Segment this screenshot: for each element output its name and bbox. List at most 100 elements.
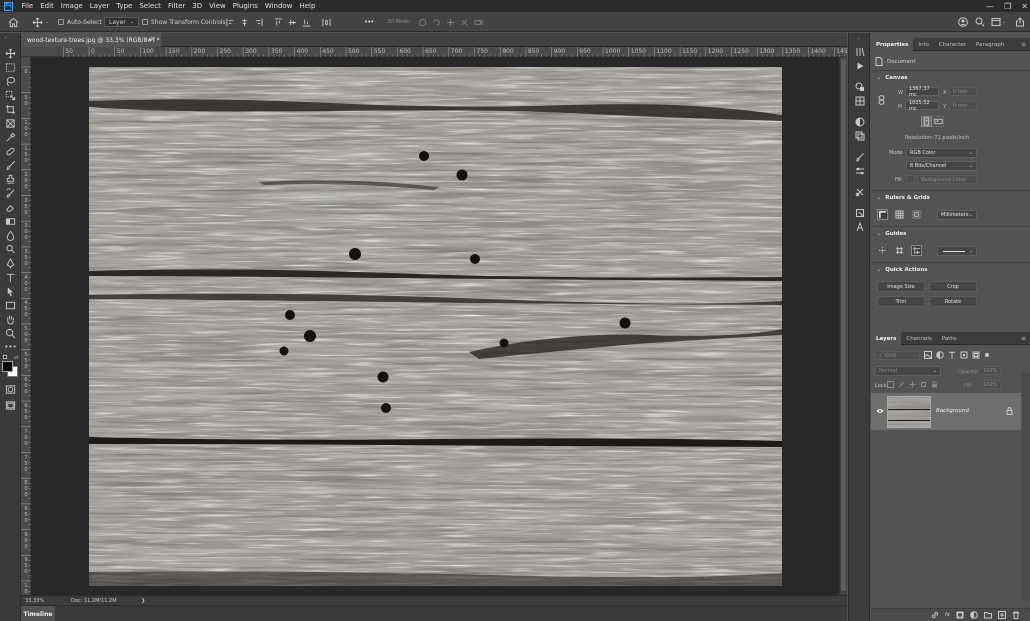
mask-icon[interactable] bbox=[956, 611, 964, 619]
width-field[interactable]: 1367,37 mc bbox=[905, 86, 939, 98]
gradient-tool-icon[interactable] bbox=[3, 215, 18, 227]
lock-artboard-icon[interactable] bbox=[920, 381, 927, 388]
brush-tool-icon[interactable] bbox=[3, 159, 18, 171]
filter-toggle-icon[interactable] bbox=[984, 351, 990, 359]
history-brush-tool-icon[interactable] bbox=[3, 187, 18, 199]
workspace-icon[interactable]: ⌄ bbox=[991, 12, 1006, 32]
move-tool-icon[interactable]: ⌄ bbox=[32, 12, 49, 32]
guides-lock-icon[interactable] bbox=[894, 245, 905, 256]
lasso-tool-icon[interactable] bbox=[3, 75, 18, 87]
auto-select-target-dropdown[interactable]: Layer ⌄ bbox=[104, 17, 139, 27]
brushes-icon[interactable] bbox=[854, 151, 866, 163]
blend-mode-dropdown[interactable]: Normal ⌄ bbox=[875, 366, 941, 376]
lock-all-icon[interactable] bbox=[931, 381, 938, 388]
color-mode-dropdown[interactable]: RGB Color ⌄ bbox=[906, 148, 977, 158]
rotate-button[interactable]: Rotate bbox=[929, 296, 977, 307]
document-image[interactable] bbox=[89, 67, 782, 586]
link-icon[interactable] bbox=[931, 611, 939, 619]
user-icon[interactable] bbox=[958, 12, 968, 32]
tab-character[interactable]: Character bbox=[934, 38, 971, 51]
layer-lock-icon[interactable] bbox=[1006, 407, 1013, 415]
image-size-button[interactable]: Image Size bbox=[877, 281, 925, 292]
zoom-level[interactable]: 33,33% bbox=[25, 598, 44, 604]
layer-name[interactable]: Background bbox=[936, 408, 969, 414]
layer-row-background[interactable]: Background bbox=[871, 393, 1021, 430]
document-tab[interactable]: wood-texture-trees.jpg @ 33,3% (RGB/8#) … bbox=[21, 33, 161, 47]
menu-plugins[interactable]: Plugins bbox=[229, 2, 261, 10]
object-selection-tool-icon[interactable] bbox=[3, 89, 18, 101]
fill-field[interactable]: 100% bbox=[979, 380, 1001, 389]
marquee-tool-icon[interactable] bbox=[3, 61, 18, 73]
tab-paths[interactable]: Paths bbox=[937, 332, 962, 345]
collapse-panels-icon[interactable]: « bbox=[857, 36, 860, 42]
rulers-toggle-icon[interactable] bbox=[877, 209, 888, 220]
auto-select-checkbox[interactable] bbox=[58, 19, 64, 25]
menu-help[interactable]: Help bbox=[296, 2, 319, 10]
menu-view[interactable]: View bbox=[206, 2, 230, 10]
quick-actions-section-header[interactable]: ⌄ Quick Actions bbox=[877, 267, 928, 273]
menu-layer[interactable]: Layer bbox=[86, 2, 113, 10]
x-field[interactable]: 0 mm bbox=[949, 87, 977, 96]
rulers-grids-section-header[interactable]: ⌄ Rulers & Grids bbox=[877, 195, 930, 201]
quick-mask-icon[interactable] bbox=[3, 383, 18, 395]
blur-tool-icon[interactable] bbox=[3, 229, 18, 241]
timeline-tab[interactable]: Timeline bbox=[21, 606, 55, 621]
tab-channels[interactable]: Channels bbox=[901, 332, 936, 345]
3d-pan-icon[interactable] bbox=[446, 18, 455, 27]
eye-icon[interactable] bbox=[876, 408, 884, 414]
menu-image[interactable]: Image bbox=[57, 2, 86, 10]
menu-window[interactable]: Window bbox=[261, 2, 296, 10]
vertical-ruler[interactable]: 0 50 100 150 200 250 300 350 400 450 500 550 600 650 7… bbox=[21, 57, 31, 607]
new-layer-icon[interactable] bbox=[998, 611, 1006, 619]
horizontal-ruler[interactable]: 50 0 50 100 150 200 250 300 350 400 450 500 550 600 65… bbox=[21, 47, 852, 57]
filter-smart-object-icon[interactable] bbox=[972, 351, 980, 359]
layers-scrollbar[interactable] bbox=[1022, 373, 1030, 601]
fill-color-swatch[interactable] bbox=[906, 175, 915, 184]
crop-tool-icon[interactable] bbox=[3, 103, 18, 115]
tab-paragraph[interactable]: Paragraph bbox=[971, 38, 1009, 51]
tab-layers[interactable]: Layers bbox=[871, 332, 902, 345]
tab-info[interactable]: Info bbox=[913, 38, 933, 51]
layer-filter-kind[interactable]: ⌕ Kind bbox=[875, 351, 920, 360]
close-window-button[interactable]: ✕ bbox=[1021, 2, 1028, 11]
path-selection-tool-icon[interactable] bbox=[3, 285, 18, 297]
fx-icon[interactable]: fx bbox=[945, 612, 950, 618]
healing-brush-tool-icon[interactable] bbox=[3, 145, 18, 157]
guides-section-header[interactable]: ⌄ Guides bbox=[877, 231, 906, 237]
adjustment-icon[interactable] bbox=[970, 611, 978, 619]
menu-select[interactable]: Select bbox=[136, 2, 165, 10]
pen-tool-icon[interactable] bbox=[3, 257, 18, 269]
menu-type[interactable]: Type bbox=[113, 2, 136, 10]
clone-stamp-tool-icon[interactable] bbox=[3, 173, 18, 185]
collapse-icon[interactable]: » bbox=[4, 35, 7, 41]
adjustments-icon[interactable] bbox=[854, 116, 866, 128]
group-icon[interactable] bbox=[984, 611, 992, 619]
rectangle-tool-icon[interactable] bbox=[3, 299, 18, 311]
smart-guides-icon[interactable] bbox=[911, 245, 922, 256]
menu-file[interactable]: File bbox=[18, 2, 37, 10]
filter-shape-icon[interactable] bbox=[960, 351, 968, 359]
tool-presets-icon[interactable] bbox=[854, 186, 866, 198]
show-transform-checkbox[interactable] bbox=[142, 19, 148, 25]
swatches-icon[interactable] bbox=[854, 95, 866, 107]
3d-slide-icon[interactable] bbox=[460, 18, 469, 27]
lock-pixels-icon[interactable] bbox=[898, 381, 905, 388]
share-icon[interactable] bbox=[1015, 12, 1025, 32]
trash-icon[interactable] bbox=[1012, 611, 1020, 619]
align-hcenter-icon[interactable] bbox=[240, 18, 249, 27]
status-menu-icon[interactable]: ❯ bbox=[141, 598, 145, 604]
panel-menu-icon[interactable]: ≡ bbox=[1021, 335, 1026, 342]
opacity-field[interactable]: 100% bbox=[979, 366, 1001, 375]
portrait-orientation-icon[interactable] bbox=[921, 116, 932, 127]
align-right-icon[interactable] bbox=[254, 18, 263, 27]
height-field[interactable]: 1025,52 mc bbox=[905, 100, 939, 112]
3d-roll-icon[interactable] bbox=[432, 18, 441, 27]
align-vcenter-icon[interactable] bbox=[288, 18, 297, 27]
eraser-tool-icon[interactable] bbox=[3, 201, 18, 213]
color-icon[interactable] bbox=[854, 81, 866, 93]
tab-properties[interactable]: Properties bbox=[871, 38, 914, 51]
align-top-icon[interactable] bbox=[274, 17, 283, 27]
more-options-button[interactable]: ••• bbox=[364, 12, 374, 32]
scroll-thumb[interactable] bbox=[841, 59, 846, 591]
home-icon[interactable] bbox=[8, 12, 19, 32]
